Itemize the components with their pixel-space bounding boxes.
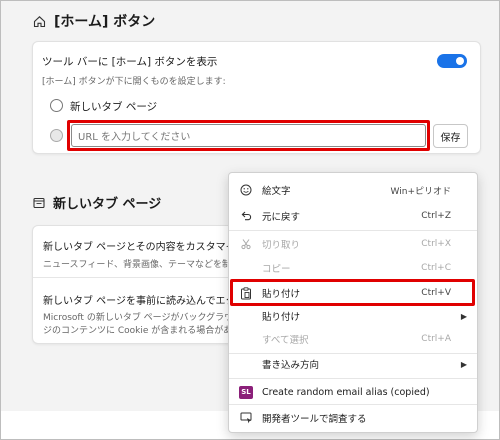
- extension-badge: SL: [239, 385, 253, 399]
- scissors-icon: [239, 237, 253, 251]
- menu-item-copy-label: コピー: [262, 264, 291, 275]
- menu-separator: [229, 378, 477, 379]
- home-icon: [33, 15, 46, 27]
- menu-item-undo-label: 元に戻す: [262, 212, 301, 223]
- menu-item-cut[interactable]: 切り取り Ctrl+X: [229, 233, 477, 255]
- home-button-description: [ホーム] ボタンが下に開くものを設定します:: [42, 77, 226, 87]
- menu-item-paste-as[interactable]: 貼り付け ▶: [229, 305, 477, 327]
- save-button[interactable]: 保存: [433, 124, 468, 148]
- url-input[interactable]: URL を入力してください: [71, 124, 426, 147]
- menu-item-undo-shortcut: Ctrl+Z: [421, 211, 451, 221]
- menu-item-select-all-shortcut: Ctrl+A: [421, 334, 451, 344]
- menu-item-emoji-label: 絵文字: [262, 186, 291, 197]
- menu-item-paste-as-label: 貼り付け: [262, 312, 301, 323]
- blank-icon: [239, 309, 253, 323]
- home-button-card: ツール バーに [ホーム] ボタンを表示 [ホーム] ボタンが下に開くものを設定…: [32, 41, 481, 154]
- undo-icon: [239, 209, 253, 223]
- chevron-right-icon: ▶: [460, 359, 467, 369]
- preload-newtab-title[interactable]: 新しいタブ ページを事前に読み込んでエクスペ: [43, 292, 254, 307]
- show-home-button-label: ツール バーに [ホーム] ボタンを表示: [42, 56, 218, 68]
- menu-item-emoji-shortcut: Win+ピリオド: [390, 186, 451, 197]
- paste-highlight: [230, 279, 475, 306]
- menu-item-cut-shortcut: Ctrl+X: [421, 239, 451, 249]
- menu-item-extension-email-alias[interactable]: SL Create random email alias (copied): [229, 381, 477, 403]
- radio-new-tab-page[interactable]: [50, 99, 63, 112]
- menu-item-writing-direction-label: 書き込み方向: [262, 360, 320, 371]
- radio-new-tab-page-label: 新しいタブ ページ: [70, 101, 158, 113]
- blank-icon: [239, 357, 253, 371]
- show-home-button-toggle[interactable]: [437, 54, 467, 68]
- context-menu: 絵文字 Win+ピリオド 元に戻す Ctrl+Z 切り取り Ctrl+X コピー…: [228, 172, 478, 433]
- menu-item-select-all-label: すべて選択: [262, 335, 309, 346]
- chevron-right-icon: ▶: [460, 311, 467, 321]
- home-section-header: [ホーム] ボタン: [33, 11, 155, 31]
- home-section-title: [ホーム] ボタン: [54, 14, 156, 30]
- extension-icon: SL: [239, 385, 253, 399]
- emoji-icon: [239, 183, 253, 197]
- menu-separator: [229, 404, 477, 405]
- menu-item-devtools-label: 開発者ツールで調査する: [262, 414, 367, 425]
- menu-item-writing-direction[interactable]: 書き込み方向 ▶: [229, 353, 477, 375]
- inspect-icon: [239, 411, 253, 425]
- menu-item-extension-label: Create random email alias (copied): [262, 386, 430, 398]
- radio-custom-url[interactable]: [50, 129, 63, 142]
- url-input-placeholder: URL を入力してください: [78, 132, 191, 143]
- new-tab-icon: [33, 197, 45, 208]
- blank-icon: [239, 332, 253, 346]
- menu-separator: [229, 230, 477, 231]
- menu-item-copy[interactable]: コピー Ctrl+C: [229, 257, 477, 279]
- newtab-section-title: 新しいタブ ページ: [53, 197, 162, 212]
- menu-item-cut-label: 切り取り: [262, 240, 301, 251]
- menu-item-devtools[interactable]: 開発者ツールで調査する: [229, 407, 477, 429]
- newtab-section-header: 新しいタブ ページ: [33, 193, 161, 212]
- menu-item-copy-shortcut: Ctrl+C: [421, 263, 451, 273]
- copy-icon: [239, 261, 253, 275]
- menu-item-select-all[interactable]: すべて選択 Ctrl+A: [229, 328, 477, 350]
- menu-item-undo[interactable]: 元に戻す Ctrl+Z: [229, 205, 477, 227]
- menu-item-emoji[interactable]: 絵文字 Win+ピリオド: [229, 179, 477, 201]
